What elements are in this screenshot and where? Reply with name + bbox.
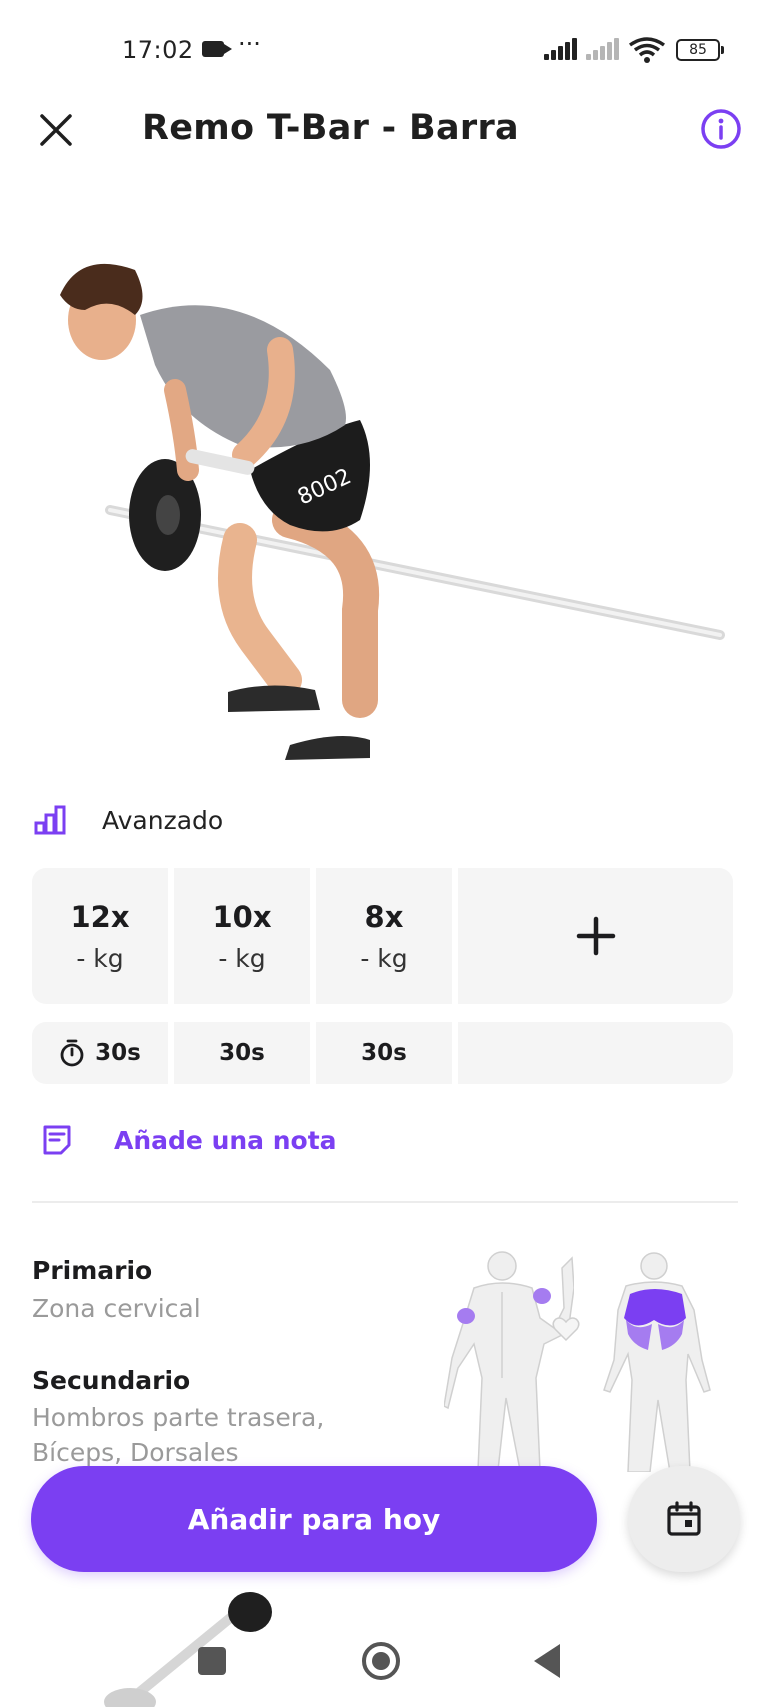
recent-apps-button[interactable] xyxy=(198,1647,226,1675)
home-button[interactable] xyxy=(362,1642,400,1680)
more-notifications-icon: ··· xyxy=(238,30,261,58)
info-icon[interactable] xyxy=(700,108,742,150)
status-bar: 17:02 ··· 85 xyxy=(0,0,768,100)
secondary-muscle-value-line1: Hombros parte trasera, xyxy=(32,1403,325,1432)
divider xyxy=(32,1201,738,1203)
sets-reps-row: 12x - kg 10x - kg 8x - kg xyxy=(32,868,734,1004)
rest-cell-2[interactable]: 30s xyxy=(174,1022,310,1084)
cell-signal-icon xyxy=(544,38,578,60)
timer-icon xyxy=(60,1039,84,1067)
calendar-icon xyxy=(667,1501,701,1536)
wifi-icon xyxy=(628,37,666,63)
muscle-map-back xyxy=(603,1252,711,1472)
rest-time: 30s xyxy=(95,1040,141,1066)
add-for-today-button[interactable]: Añadir para hoy xyxy=(31,1466,597,1572)
rest-cell-1[interactable]: 30s xyxy=(32,1022,168,1084)
status-time: 17:02 xyxy=(122,36,194,64)
note-icon xyxy=(43,1125,71,1155)
set-cell-1[interactable]: 12x - kg xyxy=(32,868,168,1004)
close-icon[interactable] xyxy=(36,110,76,150)
set-cell-3[interactable]: 8x - kg xyxy=(316,868,452,1004)
primary-muscle-value: Zona cervical xyxy=(32,1294,201,1323)
rest-time: 30s xyxy=(361,1040,407,1066)
video-camera-icon xyxy=(202,41,232,57)
set-weight: - kg xyxy=(218,943,266,973)
difficulty-bars-icon xyxy=(34,805,66,835)
set-reps: 10x xyxy=(212,899,272,934)
primary-muscle-label: Primario xyxy=(32,1256,153,1285)
secondary-muscle-label: Secundario xyxy=(32,1366,191,1395)
page-title: Remo T-Bar - Barra xyxy=(142,108,519,148)
add-note-label: Añade una nota xyxy=(114,1125,337,1155)
rest-cell-empty xyxy=(458,1022,733,1084)
muscle-map-front xyxy=(444,1251,574,1470)
set-reps: 8x xyxy=(364,899,404,934)
barbell-ghost-image xyxy=(104,1592,272,1707)
rest-time: 30s xyxy=(219,1040,265,1066)
secondary-muscle-value-line2: Bíceps, Dorsales xyxy=(32,1438,239,1467)
cell-signal-off-icon xyxy=(586,38,620,60)
rest-cell-3[interactable]: 30s xyxy=(316,1022,452,1084)
back-button[interactable] xyxy=(534,1644,560,1678)
set-reps: 12x xyxy=(70,899,130,934)
difficulty-level: Avanzado xyxy=(34,800,223,840)
set-weight: - kg xyxy=(76,943,124,973)
exercise-illustration: 8002 xyxy=(60,263,725,760)
plus-icon xyxy=(576,916,615,956)
set-weight: - kg xyxy=(360,943,408,973)
battery-indicator: 85 xyxy=(676,39,724,61)
sets-rest-row: 30s 30s 30s xyxy=(32,1022,734,1084)
schedule-button[interactable] xyxy=(628,1466,740,1572)
heart-icon xyxy=(552,1317,580,1342)
add-note-button[interactable]: Añade una nota xyxy=(42,1124,337,1156)
set-cell-2[interactable]: 10x - kg xyxy=(174,868,310,1004)
difficulty-label: Avanzado xyxy=(102,805,224,835)
sets-table: 12x - kg 10x - kg 8x - kg 30s 30s 30s xyxy=(32,868,734,1084)
add-set-button[interactable] xyxy=(458,868,733,1004)
